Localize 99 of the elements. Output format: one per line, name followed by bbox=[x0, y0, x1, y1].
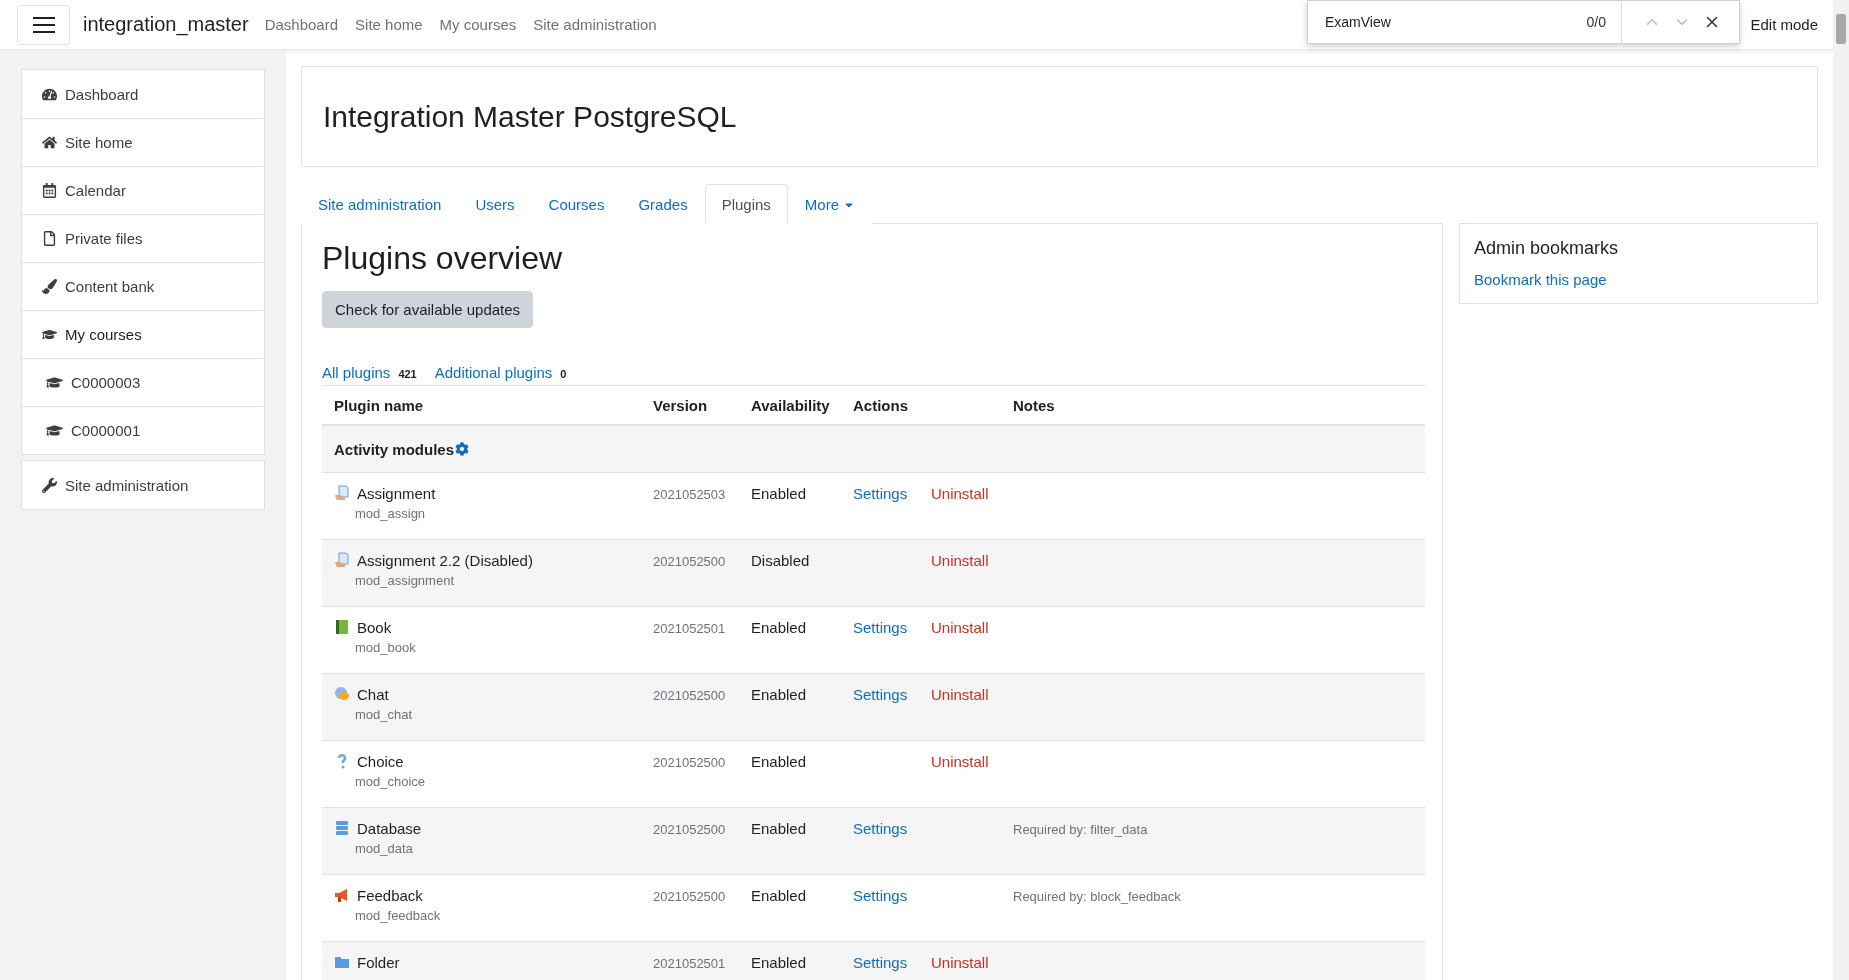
version-cell-text: 2021052501 bbox=[652, 621, 726, 636]
sidebar-item[interactable]: My courses bbox=[22, 310, 264, 358]
settings-link[interactable]: Settings bbox=[853, 887, 908, 904]
settings-link[interactable]: Settings bbox=[853, 686, 908, 703]
sidebar-item[interactable]: Calendar bbox=[22, 166, 264, 214]
menu-icon bbox=[32, 16, 55, 33]
sidebar-item[interactable]: Private files bbox=[22, 214, 264, 262]
document-hand-icon bbox=[334, 552, 350, 568]
plugin-module: mod_book bbox=[355, 640, 417, 655]
column-header: Availability bbox=[750, 396, 831, 414]
scrollbar[interactable] bbox=[1833, 0, 1849, 980]
plugin-module: mod_feedback bbox=[355, 908, 442, 923]
file-icon bbox=[42, 231, 57, 246]
speech-bubbles-icon bbox=[334, 686, 350, 702]
sidebar-item[interactable]: Site administration bbox=[22, 461, 264, 509]
plugin-name: Assignment 2.2 (Disabled) bbox=[357, 552, 534, 570]
home-icon bbox=[42, 135, 57, 150]
version-cell-text: 2021052500 bbox=[652, 889, 726, 904]
scrollbar-thumb[interactable] bbox=[1836, 14, 1846, 44]
notes-cell-text: Required by: block_feedback bbox=[1012, 889, 1181, 904]
sidebar-item[interactable]: Site home bbox=[22, 118, 264, 166]
folder-icon bbox=[334, 954, 350, 970]
plugin-module: mod_choice bbox=[355, 774, 427, 789]
plugin-name: Chat bbox=[357, 686, 390, 704]
uninstall-link[interactable]: Uninstall bbox=[931, 552, 989, 570]
plugin-name: Database bbox=[357, 820, 423, 838]
version-cell-text: 2021052500 bbox=[652, 688, 726, 703]
nav-link[interactable]: My courses bbox=[439, 16, 517, 33]
uninstall-link[interactable]: Uninstall bbox=[931, 753, 989, 771]
tab[interactable]: Plugins bbox=[704, 184, 788, 224]
plugin-count: 421 bbox=[398, 368, 417, 380]
filter-link[interactable]: Additional plugins bbox=[434, 363, 553, 381]
sidebar-item[interactable]: Dashboard bbox=[22, 70, 264, 118]
calendar-icon bbox=[42, 183, 57, 198]
availability-cell-text: Enabled bbox=[750, 686, 807, 703]
column-header: Notes bbox=[1012, 396, 1056, 414]
settings-link[interactable]: Settings bbox=[853, 820, 908, 837]
match-count: 0/0 bbox=[1586, 0, 1622, 44]
notes-cell-text: Required by: filter_data bbox=[1012, 822, 1148, 837]
book-icon bbox=[334, 619, 350, 635]
availability-cell-text: Enabled bbox=[750, 619, 807, 636]
column-header: Version bbox=[652, 396, 709, 414]
column-header: Actions bbox=[852, 396, 909, 414]
plugin-module: mod_assign bbox=[355, 506, 427, 521]
bookmark-link[interactable]: Bookmark this page bbox=[1474, 271, 1803, 289]
plugin-name: Folder bbox=[357, 954, 401, 972]
availability-cell-text: Enabled bbox=[750, 753, 807, 770]
graduation-cap-icon bbox=[46, 374, 63, 391]
plugin-module: mod_chat bbox=[355, 707, 414, 722]
sidebar-item[interactable]: Content bank bbox=[22, 262, 264, 310]
page-title: Integration Master PostgreSQL bbox=[323, 99, 737, 134]
group-label: Activity modules bbox=[334, 440, 455, 458]
paintbrush-icon bbox=[42, 279, 57, 294]
version-cell-text: 2021052500 bbox=[652, 822, 726, 837]
dashboard-icon bbox=[42, 86, 57, 102]
nav-link[interactable]: Site home bbox=[355, 16, 423, 33]
document-hand-icon bbox=[334, 485, 350, 501]
settings-icon[interactable] bbox=[455, 442, 470, 456]
nav-link[interactable]: Dashboard bbox=[264, 16, 339, 33]
settings-link[interactable]: Settings bbox=[853, 954, 908, 971]
column-header: Plugin name bbox=[333, 396, 425, 414]
filter-link[interactable]: All plugins bbox=[322, 363, 391, 381]
megaphone-icon bbox=[334, 887, 350, 903]
plugin-count: 0 bbox=[560, 368, 567, 380]
uninstall-link[interactable]: Uninstall bbox=[931, 954, 989, 972]
availability-cell-text: Disabled bbox=[750, 552, 810, 569]
edit-mode-label: Edit mode bbox=[1750, 16, 1818, 33]
availability-cell-text: Enabled bbox=[750, 485, 807, 502]
plugin-module: mod_data bbox=[355, 841, 414, 856]
sidebar-item[interactable]: C0000003 bbox=[22, 358, 264, 406]
find-input[interactable]: ExamView bbox=[1323, 13, 1587, 31]
availability-cell-text: Enabled bbox=[750, 954, 807, 971]
settings-link[interactable]: Settings bbox=[853, 619, 908, 636]
version-cell-text: 2021052503 bbox=[652, 487, 726, 502]
menu-button[interactable] bbox=[17, 4, 70, 45]
plugin-name: Assignment bbox=[357, 485, 437, 503]
database-icon bbox=[334, 820, 350, 836]
plugin-name: Book bbox=[357, 619, 393, 637]
site-name: integration_master bbox=[83, 13, 249, 36]
graduation-cap-icon bbox=[42, 327, 57, 342]
uninstall-link[interactable]: Uninstall bbox=[931, 485, 989, 503]
availability-cell-text: Enabled bbox=[750, 820, 807, 837]
sidebar-item[interactable]: C0000001 bbox=[22, 406, 264, 454]
version-cell-text: 2021052501 bbox=[652, 956, 726, 971]
uninstall-link[interactable]: Uninstall bbox=[931, 619, 989, 637]
plugin-name: Feedback bbox=[357, 887, 424, 905]
wrench-icon bbox=[42, 477, 57, 493]
check-updates-button[interactable]: Check for available updates bbox=[322, 291, 534, 328]
section-heading: Plugins overview bbox=[322, 240, 564, 277]
uninstall-link[interactable]: Uninstall bbox=[931, 686, 989, 704]
settings-link[interactable]: Settings bbox=[853, 485, 908, 502]
block-title: Admin bookmarks bbox=[1474, 238, 1620, 259]
availability-cell-text: Enabled bbox=[750, 887, 807, 904]
nav-link[interactable]: Site administration bbox=[533, 16, 657, 33]
graduation-cap-icon bbox=[46, 422, 63, 439]
version-cell-text: 2021052500 bbox=[652, 755, 726, 770]
version-cell-text: 2021052500 bbox=[652, 554, 726, 569]
plugin-name: Choice bbox=[357, 753, 405, 771]
plugin-module: mod_assignment bbox=[355, 573, 455, 588]
